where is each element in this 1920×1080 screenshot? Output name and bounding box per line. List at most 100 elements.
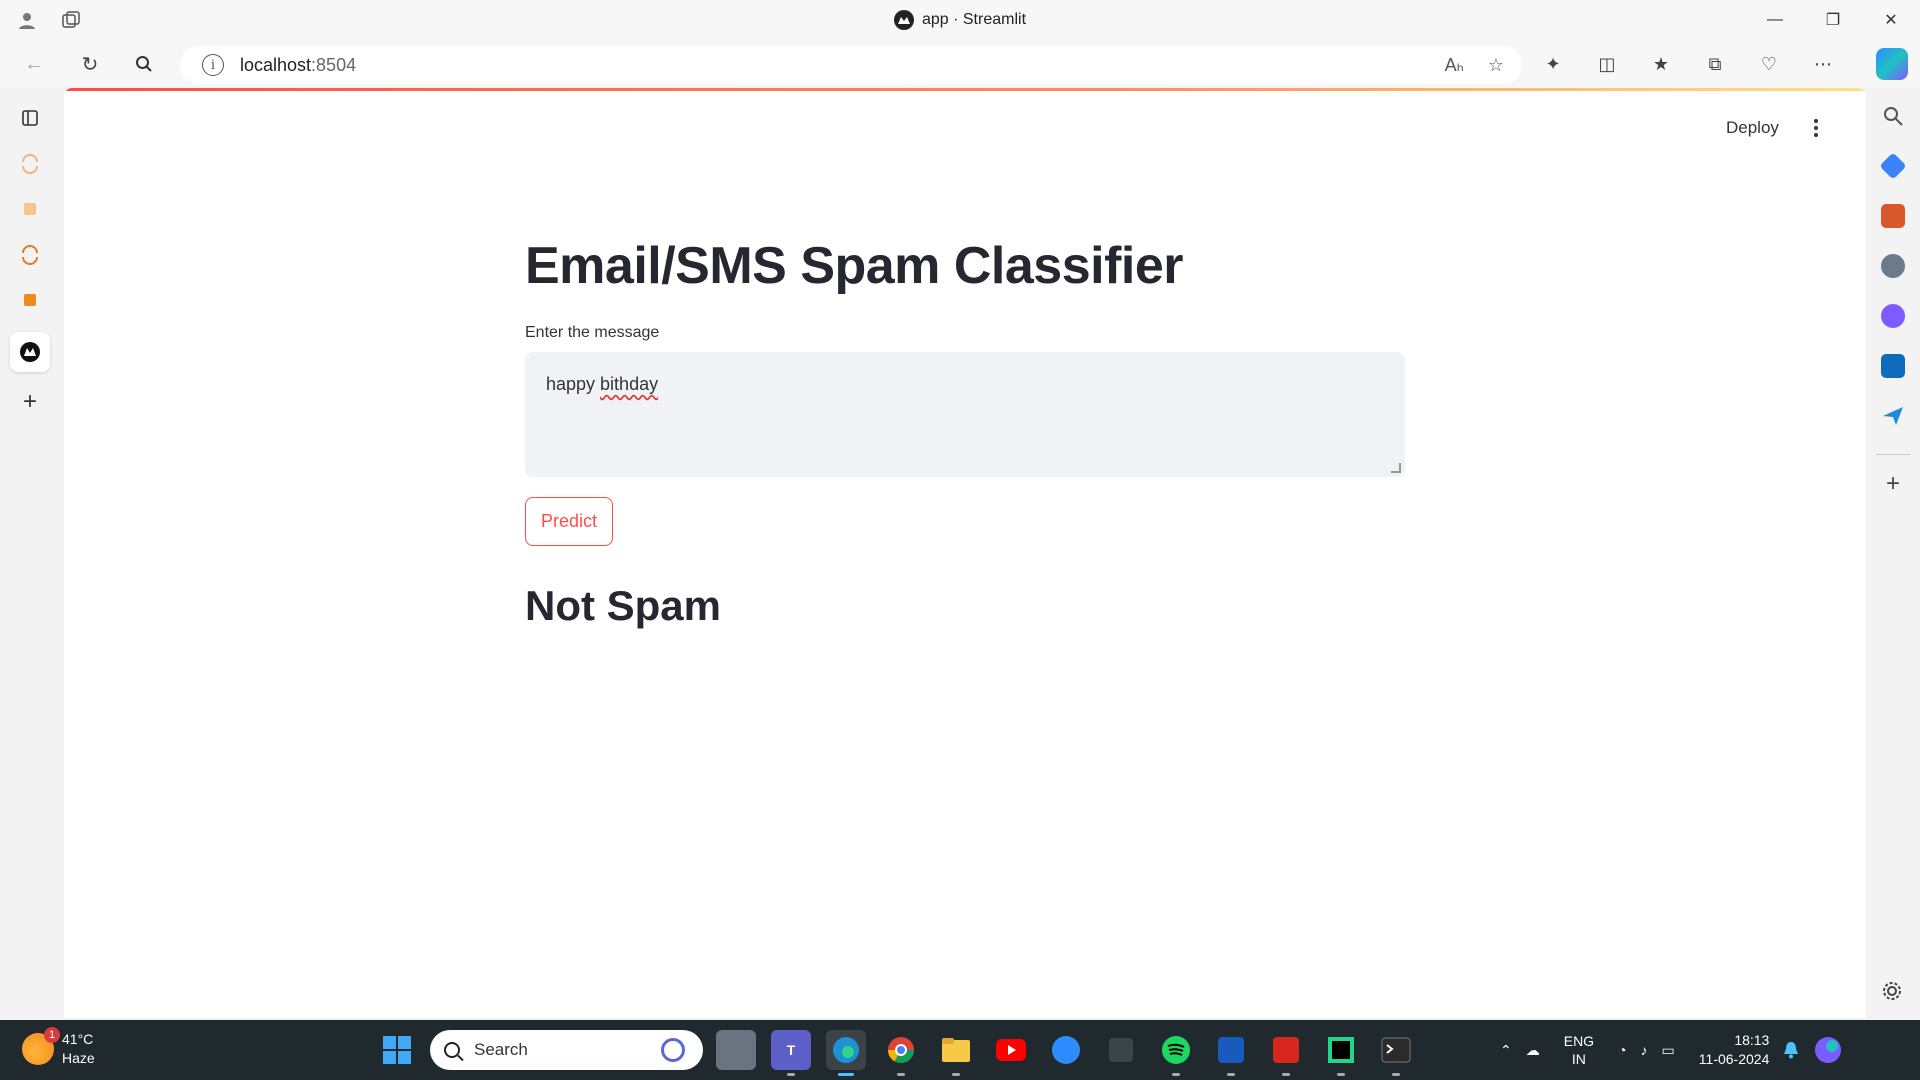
minimize-icon[interactable]: —	[1746, 0, 1804, 40]
restore-icon[interactable]: ❐	[1804, 0, 1862, 40]
resize-handle-icon[interactable]	[1391, 463, 1401, 473]
weather-temperature: 41°C	[62, 1031, 94, 1047]
url-host: localhost	[240, 54, 312, 75]
chrome-icon[interactable]	[881, 1030, 921, 1076]
book-tab-2-icon[interactable]	[10, 280, 50, 320]
window-controls: — ❐ ✕	[1746, 0, 1920, 40]
browser-tools: ✦ ◫ ★ ⧉ ♡ ⋯	[1536, 48, 1840, 80]
favorite-star-icon[interactable]: ☆	[1488, 55, 1504, 76]
clock-time: 18:13	[1734, 1032, 1770, 1048]
input-language[interactable]: ENG IN	[1564, 1032, 1594, 1068]
split-screen-icon[interactable]: ◫	[1590, 48, 1624, 80]
search-icon[interactable]	[126, 48, 162, 80]
back-arrow-icon[interactable]: ←	[16, 48, 52, 80]
streamlit-logo-icon	[893, 10, 914, 30]
spotify-icon[interactable]	[1156, 1030, 1196, 1076]
clock[interactable]: 18:13 11-06-2024	[1699, 1031, 1770, 1069]
weather-text: 41°C Haze	[62, 1030, 95, 1068]
teams-icon[interactable]: T	[771, 1030, 811, 1076]
title-bar: app · Streamlit — ❐ ✕	[0, 0, 1920, 40]
task-view-icon[interactable]	[716, 1030, 756, 1070]
streamlit-page: Deploy Email/SMS Spam Classifier Enter t…	[64, 88, 1866, 1018]
settings-gear-icon[interactable]	[1881, 980, 1905, 1004]
vertical-tabs: +	[0, 88, 60, 1018]
more-options-icon[interactable]: ⋯	[1806, 48, 1840, 80]
taskbar: 1 41°C Haze Search T ⌃ ☁ ENG IN ◔ ♪ ▭ 18…	[0, 1020, 1920, 1080]
book-tab-icon[interactable]	[10, 189, 50, 229]
address-bar[interactable]: i localhost:8504 Aₕ ☆	[180, 46, 1522, 84]
wifi-icon[interactable]: ◔	[1618, 1042, 1626, 1058]
word-icon[interactable]	[1211, 1030, 1251, 1076]
d-app-icon[interactable]	[1101, 1030, 1141, 1070]
edge-sidebar: +	[1866, 88, 1920, 1018]
url-text[interactable]: localhost:8504	[240, 55, 356, 76]
predict-button[interactable]: Predict	[525, 497, 614, 546]
taskbar-apps: T	[716, 1030, 1416, 1076]
shopping-tag-icon[interactable]	[1879, 152, 1907, 180]
system-tray: ⌃ ☁ ENG IN ◔ ♪ ▭ 18:13 11-06-2024	[1500, 1020, 1843, 1080]
outlook-icon[interactable]	[1881, 354, 1905, 378]
games-icon[interactable]	[1881, 254, 1905, 278]
refresh-icon[interactable]: ↻	[72, 48, 108, 80]
extensions-icon[interactable]: ✦	[1536, 48, 1570, 80]
window-title-text: app · Streamlit	[921, 11, 1027, 28]
sidebar-divider	[1876, 454, 1910, 455]
edge-browser-icon[interactable]	[826, 1030, 866, 1076]
taskbar-search-text: Search	[474, 1040, 528, 1059]
office-icon[interactable]	[1881, 304, 1905, 328]
weather-badge: 1	[44, 1027, 60, 1043]
tools-icon[interactable]	[1881, 204, 1905, 228]
message-text-misspelled: bithday	[600, 374, 659, 394]
loading-tab-icon[interactable]	[10, 144, 50, 184]
message-input-label: Enter the message	[525, 324, 660, 341]
windows-start-icon[interactable]	[383, 1036, 411, 1064]
browser-essentials-icon[interactable]: ♡	[1752, 48, 1786, 80]
message-textarea[interactable]: happy bithday	[525, 352, 1405, 477]
favorites-icon[interactable]: ★	[1644, 48, 1678, 80]
taskbar-search-icon	[444, 1042, 460, 1058]
show-hidden-icons-icon[interactable]: ⌃	[1500, 1042, 1512, 1059]
tab-actions-icon[interactable]	[10, 98, 50, 138]
search-highlight-icon	[661, 1038, 685, 1062]
read-aloud-icon[interactable]: Aₕ	[1445, 55, 1464, 76]
copilot-icon[interactable]	[1876, 48, 1908, 80]
notifications-bell-icon[interactable]	[1783, 1041, 1799, 1059]
file-explorer-icon[interactable]	[936, 1030, 976, 1076]
battery-icon[interactable]: ▭	[1662, 1042, 1675, 1059]
close-icon[interactable]: ✕	[1862, 0, 1920, 40]
taskbar-search[interactable]: Search	[430, 1030, 703, 1070]
sidebar-search-icon[interactable]	[1881, 104, 1905, 128]
add-sidebar-app-icon[interactable]: +	[1881, 472, 1905, 496]
site-info-icon[interactable]: i	[202, 54, 224, 76]
youtube-icon[interactable]	[991, 1030, 1031, 1070]
page-title: Email/SMS Spam Classifier	[525, 237, 1184, 295]
send-icon[interactable]	[1881, 404, 1905, 428]
weather-condition: Haze	[62, 1050, 95, 1066]
address-bar-actions: Aₕ ☆	[1445, 55, 1504, 76]
terminal-icon[interactable]	[1376, 1030, 1416, 1076]
main-menu-icon[interactable]	[1806, 116, 1826, 140]
clock-date: 11-06-2024	[1698, 1051, 1770, 1067]
url-port: :8504	[311, 54, 357, 75]
weather-widget[interactable]: 1 41°C Haze	[22, 1027, 95, 1068]
deploy-button[interactable]: Deploy	[1726, 118, 1779, 138]
message-text-part1: happy	[546, 374, 601, 394]
new-tab-icon[interactable]: +	[10, 382, 50, 422]
streamlit-tab-icon[interactable]	[10, 332, 50, 372]
window-title: app · Streamlit	[0, 10, 1920, 30]
collections-icon[interactable]: ⧉	[1698, 48, 1732, 80]
main-block: Email/SMS Spam Classifier Enter the mess…	[525, 236, 1405, 630]
prediction-result: Not Spam	[525, 582, 722, 629]
volume-icon[interactable]: ♪	[1641, 1042, 1648, 1058]
acrobat-icon[interactable]	[1266, 1030, 1306, 1076]
loading-tab-2-icon[interactable]	[10, 235, 50, 275]
weather-sun-icon: 1	[22, 1027, 60, 1065]
decoration-bar	[64, 88, 1866, 91]
browser-toolbar: ← ↻ i localhost:8504 Aₕ ☆ ✦ ◫ ★ ⧉ ♡ ⋯	[0, 40, 1920, 88]
copilot-taskbar-icon[interactable]	[1813, 1035, 1843, 1065]
zoom-icon[interactable]	[1046, 1030, 1086, 1070]
pycharm-icon[interactable]	[1321, 1030, 1361, 1076]
lang-line1: ENG	[1563, 1033, 1595, 1049]
onedrive-icon[interactable]: ☁	[1526, 1042, 1540, 1059]
lang-line2: IN	[1571, 1051, 1586, 1067]
